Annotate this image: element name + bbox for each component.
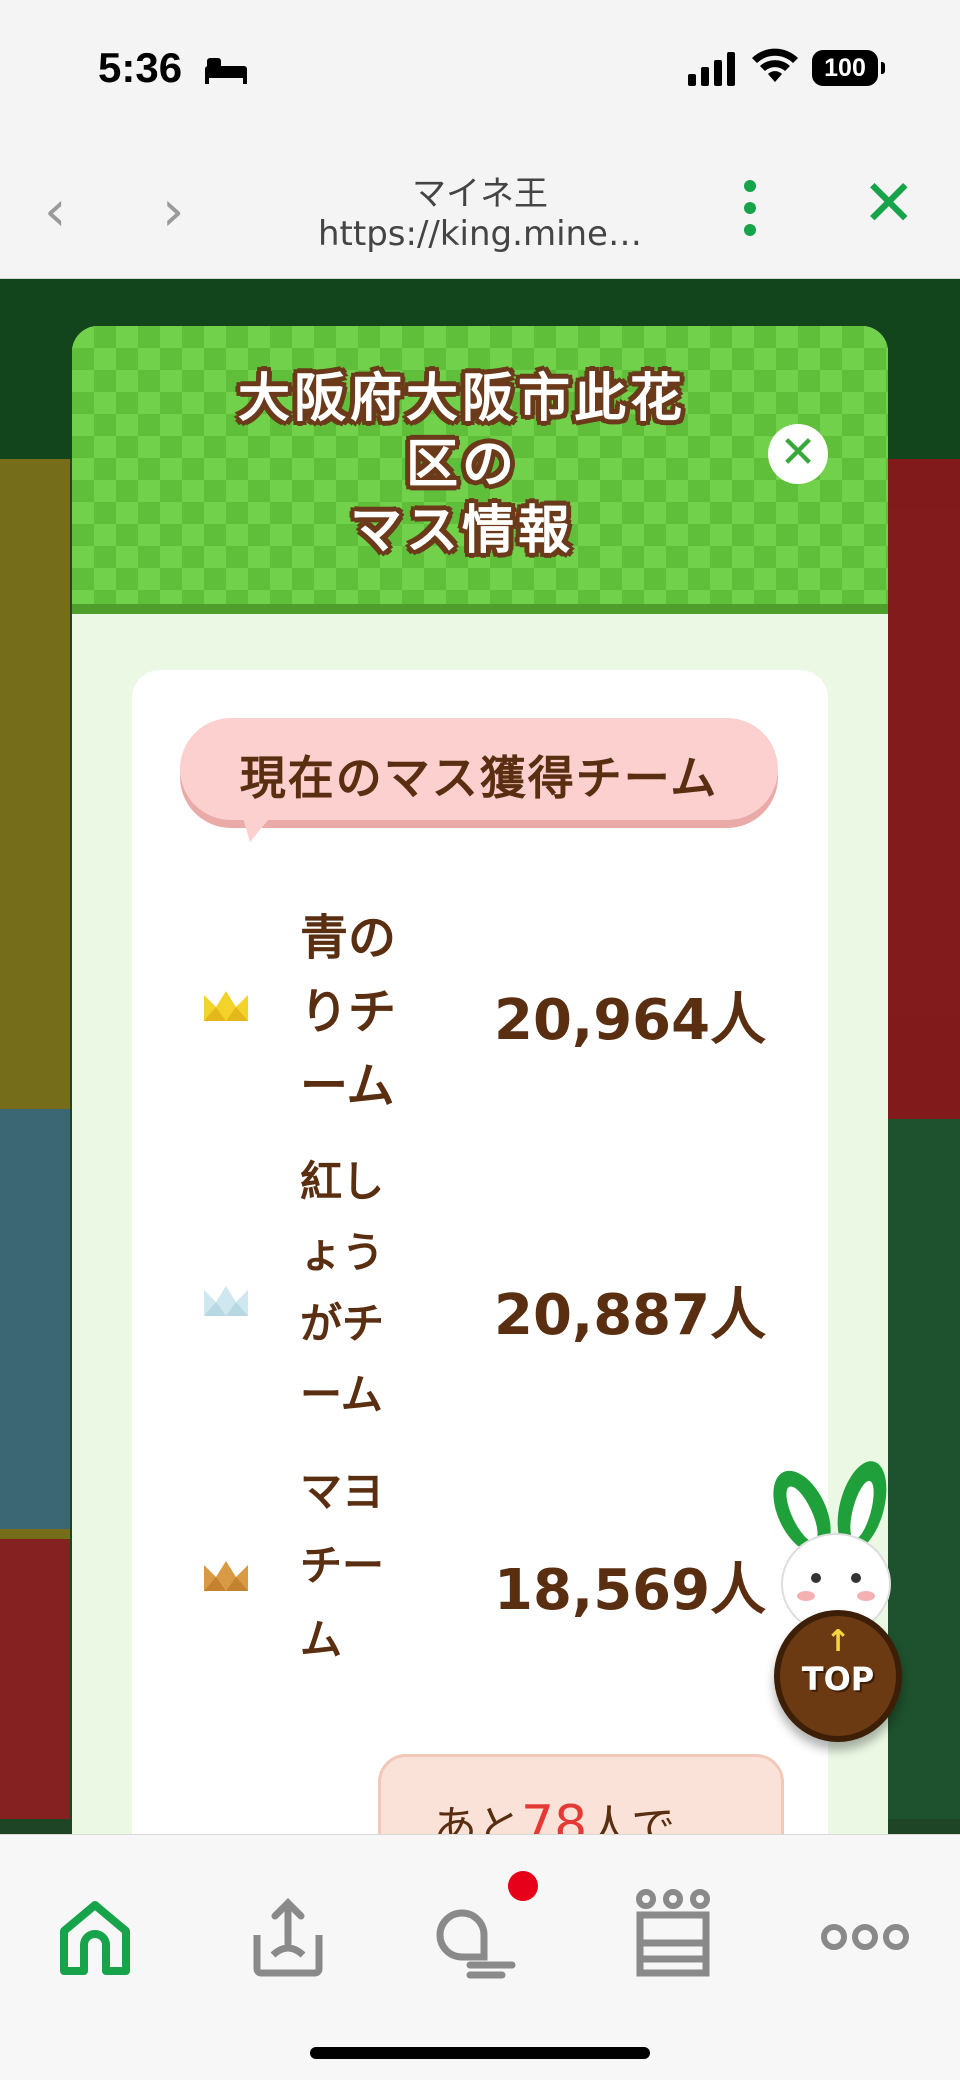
home-icon[interactable]	[50, 1885, 140, 1985]
team-card: 現在のマス獲得チーム 青の りチ ーム 20,964人 紅し ょう がチ ーム 20,88…	[132, 670, 828, 1834]
kebab-menu-icon[interactable]	[738, 180, 762, 244]
more-icon[interactable]	[820, 1885, 910, 1985]
modal-title-line: 区の	[405, 435, 518, 495]
forward-icon[interactable]: ›	[162, 184, 184, 240]
remaining-number: 78	[521, 1795, 588, 1834]
cellular-signal-icon	[688, 52, 735, 86]
team-name-text: ーム	[300, 1058, 395, 1114]
team-row: 紅しょうがチーム 20,887人	[132, 1157, 828, 1460]
team-name-text: りチ	[300, 984, 397, 1040]
close-icon[interactable]: ✕	[768, 424, 828, 484]
section-label-bubble: 現在のマス獲得チーム	[180, 718, 778, 820]
team-row: 青のりチーム 20,964人	[132, 875, 828, 1125]
url-text[interactable]: https://king.mine…	[280, 214, 680, 254]
crown-icon[interactable]	[628, 1885, 718, 1985]
wifi-icon	[752, 48, 798, 82]
upload-icon[interactable]	[243, 1885, 333, 1985]
team-name-text: チー	[300, 1541, 385, 1590]
status-time: 5:36	[98, 44, 183, 91]
modal-title-line: 大阪府大阪市此花	[237, 369, 686, 429]
home-indicator	[310, 2047, 650, 2059]
status-bar: 5:36 100	[0, 0, 960, 140]
browser-toolbar: ‹ › マイネ王 https://king.mine… ✕	[0, 140, 960, 279]
scroll-top-button[interactable]: ↑ TOP	[774, 1610, 902, 1742]
battery-indicator: 100	[812, 50, 885, 86]
crown-gold-icon	[204, 991, 248, 1021]
team-name-text: ーム	[300, 1370, 383, 1419]
team-name-text: マヨ	[300, 1467, 385, 1516]
bottom-tab-bar	[0, 1834, 960, 2080]
sleep-icon	[205, 58, 247, 84]
remaining-prefix: あと	[433, 1802, 521, 1834]
team-name-text: 紅し	[300, 1157, 385, 1206]
remaining-suffix: 人で	[587, 1802, 676, 1834]
section-label: 現在のマス獲得チーム	[239, 751, 719, 805]
crown-bronze-icon	[204, 1561, 248, 1591]
team-count: 20,964人	[494, 988, 767, 1053]
chat-icon[interactable]	[436, 1885, 526, 1985]
remaining-box: あと78人で	[378, 1754, 784, 1834]
team-name-text: がチ	[300, 1299, 385, 1348]
back-icon[interactable]: ‹	[44, 184, 66, 240]
modal-title-line: マス情報	[349, 501, 574, 561]
bubble-tail	[240, 808, 278, 842]
team-name: 紅し ょう がチ ーム	[300, 1146, 410, 1430]
scroll-top-label: TOP	[801, 1660, 875, 1698]
modal-header: 大阪府大阪市此花 区の マス情報 ✕	[72, 326, 888, 614]
team-name-text: ょう	[300, 1228, 385, 1277]
close-browser-icon[interactable]: ✕	[862, 172, 916, 236]
arrow-up-icon: ↑	[825, 1624, 851, 1659]
team-name: 青の りチ ーム	[300, 901, 430, 1123]
page-title: マイネ王	[412, 174, 548, 214]
team-name-text: 青の	[300, 910, 397, 966]
team-name-text: ム	[300, 1615, 343, 1664]
remaining-text: あと78人で	[433, 1791, 675, 1834]
team-count: 20,887人	[494, 1283, 767, 1348]
modal-title: 大阪府大阪市此花 区の マス情報	[172, 366, 752, 564]
notification-badge	[508, 1871, 538, 1901]
team-count: 18,569人	[494, 1558, 767, 1623]
team-name: マヨ チーム	[300, 1455, 410, 1677]
team-row: マヨチーム 18,569人	[132, 1467, 828, 1705]
crown-silver-icon	[204, 1286, 248, 1316]
